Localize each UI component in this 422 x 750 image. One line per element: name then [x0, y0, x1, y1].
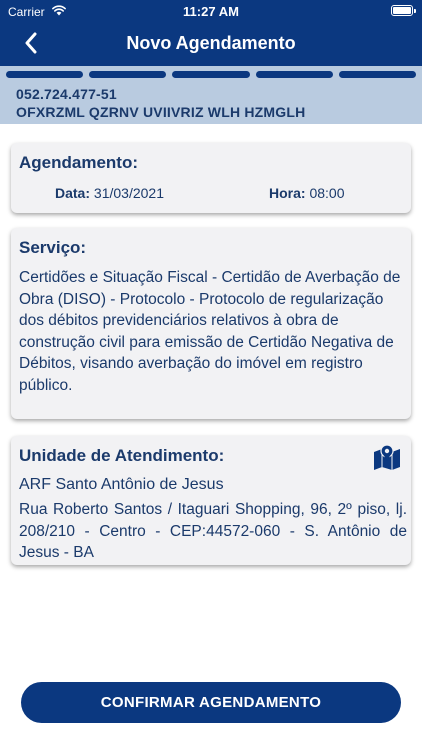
progress-step	[338, 71, 417, 78]
progress-step	[6, 71, 84, 78]
citizen-document: 052.724.477-51	[16, 86, 117, 102]
service-title: Serviço:	[19, 238, 87, 257]
status-time: 11:27 AM	[183, 4, 239, 19]
battery-icon	[391, 5, 416, 16]
appointment-title: Agendamento:	[19, 153, 138, 172]
service-card: Serviço: Certidões e Situação Fiscal - C…	[11, 228, 411, 419]
service-description: Certidões e Situação Fiscal - Certidão d…	[19, 269, 401, 394]
date-value: 31/03/2021	[93, 185, 164, 201]
page-title: Novo Agendamento	[126, 33, 296, 53]
confirm-appointment-button[interactable]: CONFIRMAR AGENDAMENTO	[21, 682, 401, 723]
time-value: 08:00	[309, 185, 345, 201]
appointment-time: Hora: 08:00	[269, 185, 345, 201]
unit-title: Unidade de Atendimento:	[19, 446, 225, 465]
status-bar: Carrier 11:27 AM	[0, 0, 422, 24]
time-label: Hora:	[269, 185, 306, 201]
date-label: Data:	[55, 185, 91, 201]
progress-step	[255, 71, 333, 78]
map-marker-icon[interactable]	[373, 444, 401, 470]
app-header: Carrier 11:27 AM Novo Agendamento	[0, 0, 422, 66]
appointment-date: Data: 31/03/2021	[55, 185, 164, 201]
progress-step	[172, 71, 250, 78]
citizen-name: OFXRZML QZRNV UVIIVRIZ WLH HZMGLH	[16, 104, 306, 120]
progress-bar	[6, 71, 417, 78]
progress-step	[89, 71, 167, 78]
unit-name: ARF Santo Antônio de Jesus	[19, 476, 224, 493]
citizen-info-strip: 052.724.477-51 OFXRZML QZRNV UVIIVRIZ WL…	[0, 66, 422, 124]
unit-address: Rua Roberto Santos / Itaguari Shopping, …	[19, 501, 407, 561]
unit-card: Unidade de Atendimento: ARF Santo Antôni…	[11, 436, 411, 565]
appointment-card: Agendamento: Data: 31/03/2021 Hora: 08:0…	[11, 143, 411, 213]
